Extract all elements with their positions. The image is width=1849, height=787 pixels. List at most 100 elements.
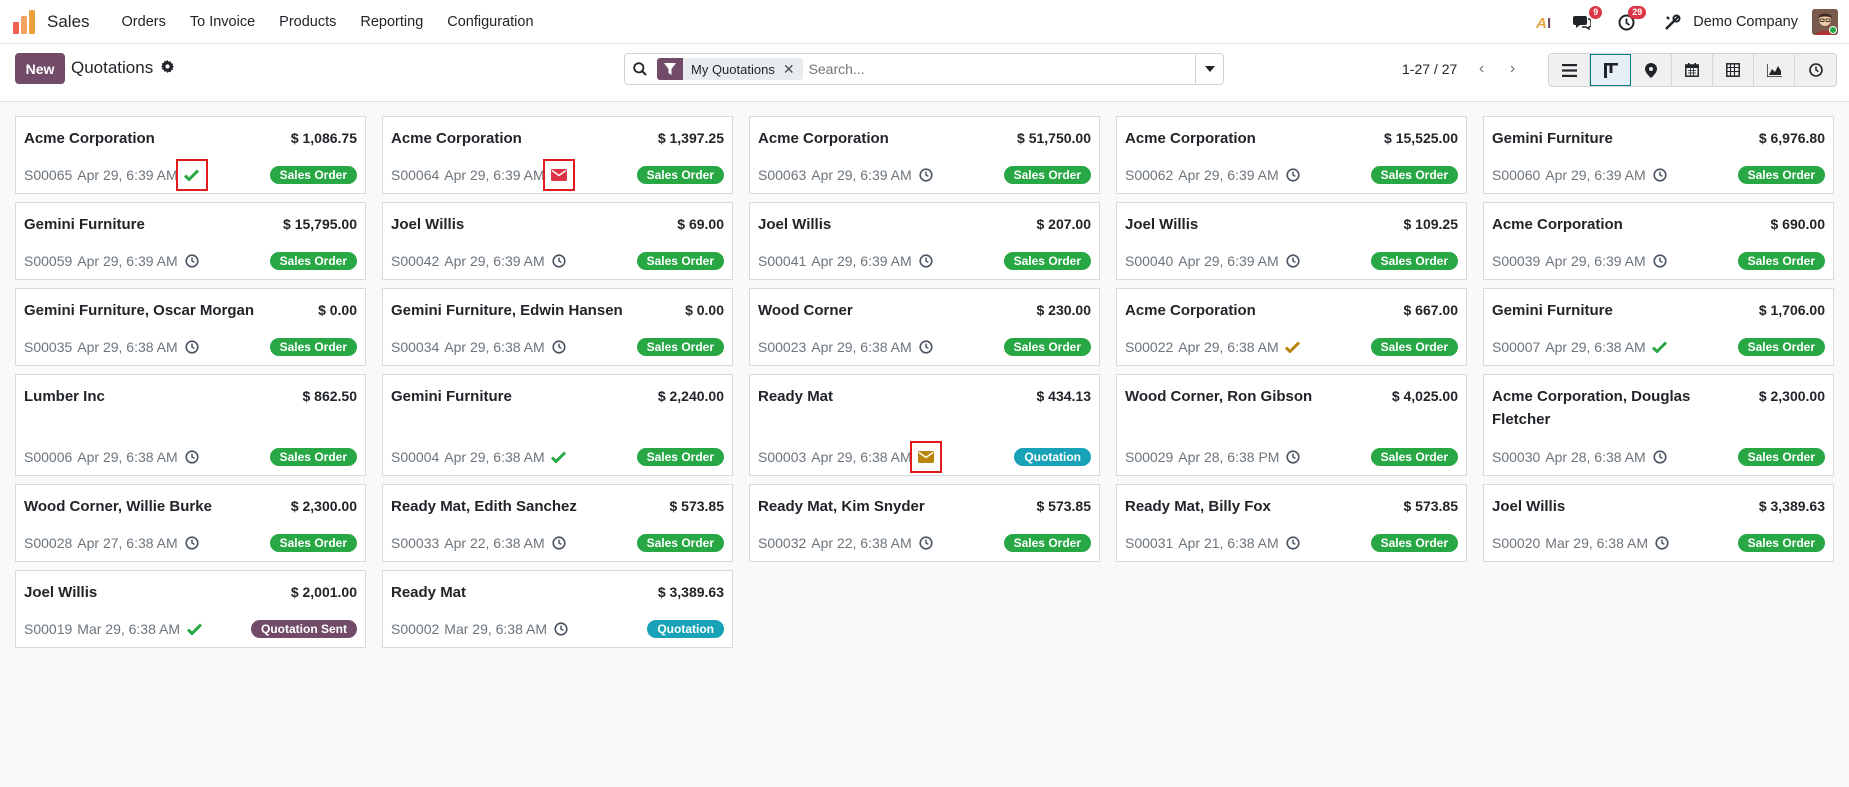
menu-reporting[interactable]: Reporting (348, 14, 435, 30)
pager-buttons: ‹ › (1466, 54, 1528, 84)
card-reference: S00028 (24, 535, 73, 551)
card-customer: Wood Corner, Ron Gibson (1125, 388, 1313, 405)
check-icon[interactable] (1652, 339, 1668, 355)
kanban-card[interactable]: Acme Corporation $ 51,750.00 S00063 Apr 29,… (749, 116, 1100, 194)
clock-icon[interactable] (1652, 449, 1668, 465)
kanban-card[interactable]: Gemini Furniture, Edwin Hansen $ 0.00 S000… (382, 288, 733, 366)
ai-icon[interactable]: AI (1535, 11, 1557, 33)
clock-icon[interactable] (184, 339, 200, 355)
pager-value[interactable]: 1-27 / 27 (1402, 61, 1457, 77)
clock-icon[interactable] (918, 167, 934, 183)
kanban-card[interactable]: Ready Mat, Kim Snyder $ 573.85 S00032 Apr 2… (749, 484, 1100, 562)
kanban-card[interactable]: Acme Corporation $ 15,525.00 S00062 Apr 29,… (1116, 116, 1467, 194)
kanban-card[interactable]: Gemini Furniture $ 15,795.00 S00059 Apr 29,… (15, 202, 366, 280)
clock-icon[interactable] (551, 339, 567, 355)
menu-configuration[interactable]: Configuration (435, 14, 545, 30)
sales-app-logo-icon[interactable] (13, 9, 37, 34)
check-icon[interactable] (186, 621, 202, 637)
search-icon[interactable] (625, 62, 655, 76)
card-date: Apr 28, 6:38 PM (1178, 449, 1280, 465)
gear-icon[interactable] (161, 58, 175, 78)
clock-icon[interactable] (918, 253, 934, 269)
menu-to-invoice[interactable]: To Invoice (178, 14, 267, 30)
pivot-view-icon[interactable] (1713, 54, 1754, 86)
clock-icon[interactable] (553, 621, 569, 637)
kanban-card[interactable]: Wood Corner, Ron Gibson $ 4,025.00 S00029 A… (1116, 374, 1467, 476)
pager-previous-icon[interactable]: ‹ (1466, 54, 1497, 84)
clock-icon[interactable] (184, 253, 200, 269)
card-reference: S00002 (391, 621, 440, 637)
clock-icon[interactable] (1652, 253, 1668, 269)
kanban-view-icon[interactable] (1590, 54, 1631, 86)
pager-next-icon[interactable]: › (1497, 54, 1528, 84)
tools-icon[interactable] (1661, 11, 1683, 33)
app-name[interactable]: Sales (47, 12, 90, 32)
envelope-red-icon[interactable] (542, 159, 575, 191)
clock-icon[interactable] (1652, 167, 1668, 183)
calendar-view-icon[interactable] (1672, 54, 1713, 86)
kanban-card[interactable]: Joel Willis $ 69.00 S00042 Apr 29, 6:39 AM S… (382, 202, 733, 280)
kanban-card[interactable]: Joel Willis $ 109.25 S00040 Apr 29, 6:39 AM… (1116, 202, 1467, 280)
kanban-card[interactable]: Ready Mat $ 3,389.63 S00002 Mar 29, 6:38 AM… (382, 570, 733, 648)
check-icon[interactable] (175, 159, 208, 191)
clock-icon[interactable] (1285, 449, 1301, 465)
kanban-card[interactable]: Joel Willis $ 3,389.63 S00020 Mar 29, 6:38 … (1483, 484, 1834, 562)
card-customer: Joel Willis (24, 584, 98, 601)
status-badge: Sales Order (1370, 252, 1458, 270)
kanban-card[interactable]: Wood Corner $ 230.00 S00023 Apr 29, 6:38 AM… (749, 288, 1100, 366)
kanban-card[interactable]: Wood Corner, Willie Burke $ 2,300.00 S0002… (15, 484, 366, 562)
kanban-card[interactable]: Ready Mat, Edith Sanchez $ 573.85 S00033 Ap… (382, 484, 733, 562)
kanban-card[interactable]: Lumber Inc $ 862.50 S00006 Apr 29, 6:38 AM S… (15, 374, 366, 476)
clock-icon[interactable] (184, 449, 200, 465)
status-badge: Sales Order (1370, 448, 1458, 466)
kanban-card[interactable]: Gemini Furniture, Oscar Morgan $ 0.00 S000… (15, 288, 366, 366)
clock-icon[interactable] (1285, 167, 1301, 183)
kanban-card[interactable]: Ready Mat, Billy Fox $ 573.85 S00031 Apr 21… (1116, 484, 1467, 562)
clock-icon[interactable] (184, 535, 200, 551)
clock-icon[interactable] (1285, 535, 1301, 551)
facet-remove-icon[interactable]: ✕ (783, 61, 803, 78)
card-customer: Ready Mat, Kim Snyder (758, 498, 925, 515)
user-avatar[interactable] (1812, 9, 1838, 35)
card-reference: S00032 (758, 535, 807, 551)
graph-view-icon[interactable] (1754, 54, 1795, 86)
kanban-card[interactable]: Gemini Furniture $ 2,240.00 S00004 Apr 29, … (382, 374, 733, 476)
search-options-toggle[interactable] (1195, 54, 1223, 84)
map-view-icon[interactable] (1631, 54, 1672, 86)
kanban-card[interactable]: Acme Corporation $ 690.00 S00039 Apr 29, 6:… (1483, 202, 1834, 280)
kanban-card[interactable]: Acme Corporation $ 1,397.25 S00064 Apr 29, … (382, 116, 733, 194)
clock-icon[interactable] (918, 339, 934, 355)
kanban-card[interactable]: Joel Willis $ 2,001.00 S00019 Mar 29, 6:38 … (15, 570, 366, 648)
check-warn-icon[interactable] (1285, 339, 1301, 355)
card-amount: $ 690.00 (1770, 216, 1826, 232)
clock-icon[interactable] (918, 535, 934, 551)
status-badge: Sales Order (1737, 252, 1825, 270)
card-customer: Ready Mat (758, 388, 834, 405)
company-switcher[interactable]: Demo Company (1693, 14, 1798, 30)
card-reference: S00004 (391, 449, 440, 465)
kanban-card[interactable]: Acme Corporation, Douglas Fletcher $ 2,30… (1483, 374, 1834, 476)
activity-view-icon[interactable] (1795, 54, 1836, 86)
card-amount: $ 1,086.75 (290, 130, 357, 146)
envelope-warn-icon[interactable] (909, 441, 942, 473)
messages-icon[interactable]: 9 (1571, 6, 1603, 33)
list-view-icon[interactable] (1549, 54, 1590, 86)
kanban-card[interactable]: Gemini Furniture $ 6,976.80 S00060 Apr 29, … (1483, 116, 1834, 194)
card-reference: S00006 (24, 449, 73, 465)
clock-icon[interactable] (551, 535, 567, 551)
menu-orders[interactable]: Orders (110, 14, 178, 30)
kanban-card[interactable]: Ready Mat $ 434.13 S00003 Apr 29, 6:38 AM Qu… (749, 374, 1100, 476)
kanban-card[interactable]: Gemini Furniture $ 1,706.00 S00007 Apr 29, … (1483, 288, 1834, 366)
new-button[interactable]: New (15, 53, 65, 84)
activities-clock-icon[interactable]: 29 (1615, 6, 1647, 33)
check-icon[interactable] (551, 449, 567, 465)
clock-icon[interactable] (1654, 535, 1670, 551)
search-input[interactable] (802, 61, 1195, 77)
status-badge: Sales Order (1003, 534, 1091, 552)
clock-icon[interactable] (551, 253, 567, 269)
kanban-card[interactable]: Joel Willis $ 207.00 S00041 Apr 29, 6:39 AM… (749, 202, 1100, 280)
clock-icon[interactable] (1285, 253, 1301, 269)
menu-products[interactable]: Products (267, 14, 348, 30)
kanban-card[interactable]: Acme Corporation $ 1,086.75 S00065 Apr 29, … (15, 116, 366, 194)
kanban-card[interactable]: Acme Corporation $ 667.00 S00022 Apr 29, 6:… (1116, 288, 1467, 366)
